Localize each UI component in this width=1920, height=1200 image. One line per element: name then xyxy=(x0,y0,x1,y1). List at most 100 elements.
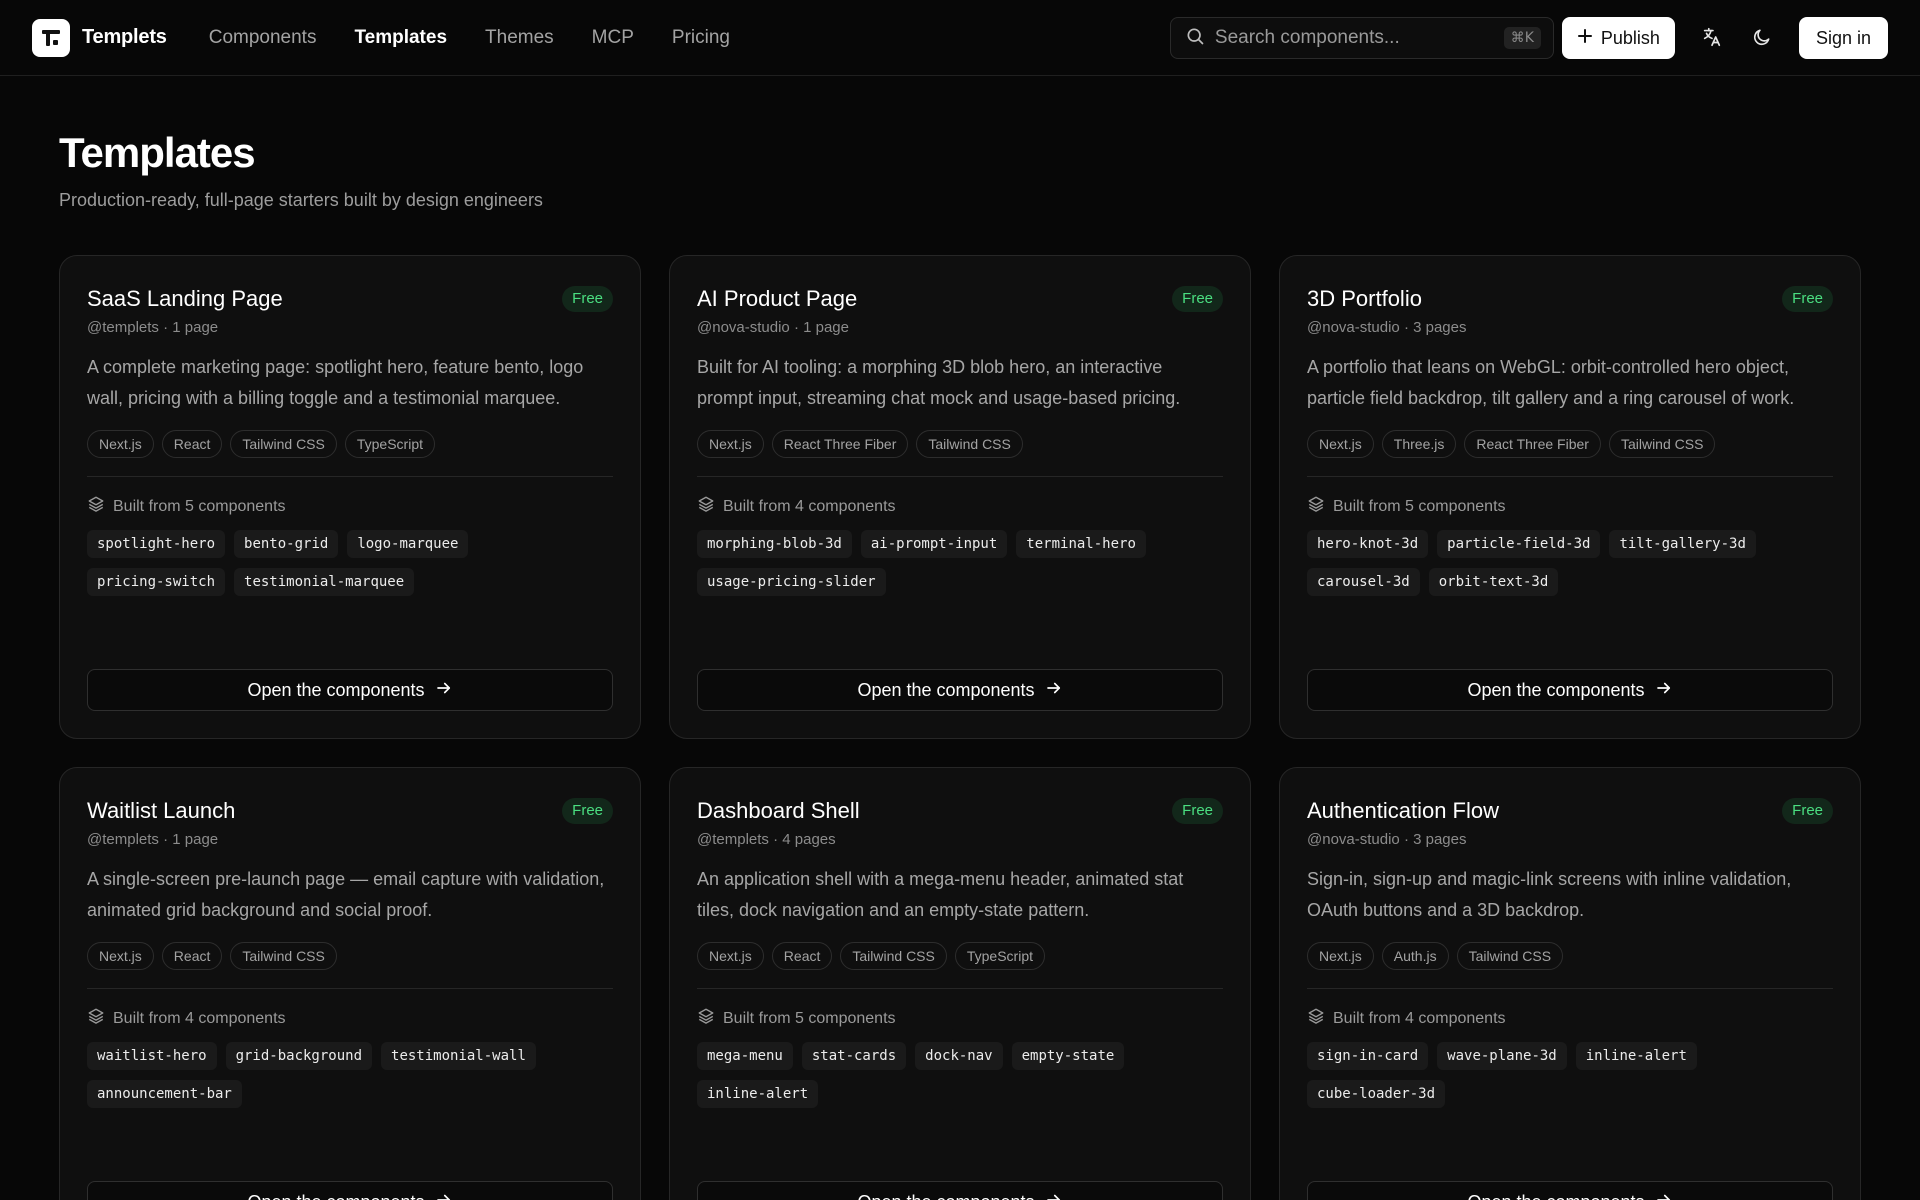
tech-tags: Next.js React Tailwind CSS TypeScript xyxy=(697,942,1223,970)
card-title[interactable]: 3D Portfolio xyxy=(1307,286,1422,312)
open-components-button[interactable]: Open the components xyxy=(87,1181,613,1200)
component-chip[interactable]: bento-grid xyxy=(234,530,339,558)
component-chip[interactable]: carousel-3d xyxy=(1307,568,1420,596)
card-header: AI Product Page Free xyxy=(697,286,1223,312)
component-chip[interactable]: announcement-bar xyxy=(87,1080,242,1108)
component-chip[interactable]: stat-cards xyxy=(801,1042,907,1070)
template-card: AI Product Page Free @nova-studio · 1 pa… xyxy=(669,255,1251,739)
price-badge: Free xyxy=(1782,798,1833,824)
open-components-button[interactable]: Open the components xyxy=(1307,1181,1833,1200)
component-chip[interactable]: hero-knot-3d xyxy=(1307,530,1429,558)
tech-tag: React xyxy=(161,942,223,970)
open-components-button[interactable]: Open the components xyxy=(697,1181,1223,1200)
template-card: Dashboard Shell Free @templets · 4 pages… xyxy=(669,767,1251,1200)
component-chip[interactable]: dock-nav xyxy=(915,1042,1003,1070)
card-description: Sign-in, sign-up and magic-link screens … xyxy=(1307,869,1792,920)
nav-themes[interactable]: Themes xyxy=(485,27,554,49)
open-components-label: Open the components xyxy=(1467,1192,1644,1200)
component-chip[interactable]: inline-alert xyxy=(1575,1042,1697,1070)
language-button[interactable] xyxy=(1691,17,1733,59)
nav-mcp[interactable]: MCP xyxy=(592,27,634,49)
built-from-label: Built from 5 components xyxy=(113,497,286,515)
component-chip[interactable]: mega-menu xyxy=(697,1042,793,1070)
publish-label: Publish xyxy=(1600,27,1660,48)
tech-tag: Auth.js xyxy=(1381,942,1449,970)
tech-tag: React Three Fiber xyxy=(1464,430,1601,458)
card-description: A single-screen pre-launch page — email … xyxy=(87,869,605,920)
tech-tag: Three.js xyxy=(1381,430,1457,458)
search-icon xyxy=(1185,26,1205,51)
tech-tag: Tailwind CSS xyxy=(230,942,337,970)
tech-tags: Next.js Three.js React Three Fiber Tailwind… xyxy=(1307,430,1833,458)
component-chip[interactable]: waitlist-hero xyxy=(87,1042,217,1070)
built-from: Built from 5 components xyxy=(1307,495,1833,518)
nav-components[interactable]: Components xyxy=(209,27,317,49)
arrow-right-icon xyxy=(1655,1191,1673,1200)
tech-tag: Tailwind CSS xyxy=(840,942,947,970)
card-meta: @nova-studio · 1 page xyxy=(697,319,849,336)
open-components-button[interactable]: Open the components xyxy=(697,669,1223,711)
component-chip[interactable]: pricing-switch xyxy=(87,568,226,596)
component-chip[interactable]: cube-loader-3d xyxy=(1307,1080,1446,1108)
component-chip[interactable]: morphing-blob-3d xyxy=(697,530,852,558)
divider xyxy=(1307,988,1833,989)
template-card: SaaS Landing Page Free @templets · 1 pag… xyxy=(59,255,641,739)
price-badge: Free xyxy=(562,286,613,312)
component-chips: sign-in-card wave-plane-3d inline-alert cub… xyxy=(1307,1042,1833,1108)
component-chip[interactable]: particle-field-3d xyxy=(1437,530,1601,558)
built-from: Built from 4 components xyxy=(697,495,1223,518)
component-chip[interactable]: usage-pricing-slider xyxy=(697,568,886,596)
open-components-button[interactable]: Open the components xyxy=(87,669,613,711)
nav-templates[interactable]: Templates xyxy=(354,27,447,49)
card-title[interactable]: AI Product Page xyxy=(697,286,857,312)
component-chip[interactable]: testimonial-marquee xyxy=(234,568,415,596)
open-components-label: Open the components xyxy=(857,1192,1034,1200)
open-components-button[interactable]: Open the components xyxy=(1307,669,1833,711)
card-title[interactable]: SaaS Landing Page xyxy=(87,286,283,312)
arrow-right-icon xyxy=(1045,679,1063,702)
card-title[interactable]: Authentication Flow xyxy=(1307,798,1499,824)
card-title[interactable]: Dashboard Shell xyxy=(697,798,860,824)
built-from-label: Built from 4 components xyxy=(1333,1009,1506,1027)
component-chip[interactable]: inline-alert xyxy=(697,1080,819,1108)
template-card: 3D Portfolio Free @nova-studio · 3 pages… xyxy=(1279,255,1861,739)
component-chip[interactable]: logo-marquee xyxy=(347,530,469,558)
component-chip[interactable]: terminal-hero xyxy=(1016,530,1146,558)
component-chip[interactable]: grid-background xyxy=(225,1042,373,1070)
component-chip[interactable]: testimonial-wall xyxy=(381,1042,536,1070)
theme-toggle-button[interactable] xyxy=(1741,17,1783,59)
sign-in-button[interactable]: Sign in xyxy=(1798,17,1888,59)
component-chip[interactable]: orbit-text-3d xyxy=(1428,568,1559,596)
search-box[interactable]: ⌘K xyxy=(1169,17,1554,59)
divider xyxy=(87,988,613,989)
open-components-label: Open the components xyxy=(857,679,1035,700)
nav-pricing[interactable]: Pricing xyxy=(672,27,730,49)
layers-icon xyxy=(1307,1007,1325,1030)
card-meta: @templets · 4 pages xyxy=(697,831,836,848)
component-chip[interactable]: wave-plane-3d xyxy=(1437,1042,1567,1070)
open-components-label: Open the components xyxy=(1467,679,1645,700)
tech-tag: Next.js xyxy=(1307,430,1374,458)
built-from-label: Built from 5 components xyxy=(1333,497,1506,515)
component-chip[interactable]: sign-in-card xyxy=(1307,1042,1429,1070)
divider xyxy=(87,476,613,477)
search-shortcut: ⌘K xyxy=(1503,27,1541,49)
tech-tag: Next.js xyxy=(87,430,154,458)
card-title[interactable]: Waitlist Launch xyxy=(87,798,235,824)
brand[interactable]: Templets xyxy=(32,18,167,57)
component-chip[interactable]: empty-state xyxy=(1011,1042,1125,1070)
search-input[interactable] xyxy=(1214,27,1504,49)
moon-icon xyxy=(1752,27,1772,50)
component-chip[interactable]: spotlight-hero xyxy=(87,530,226,558)
page-subtitle: Production-ready, full-page starters bui… xyxy=(59,190,543,210)
component-chip[interactable]: tilt-gallery-3d xyxy=(1609,530,1756,558)
arrow-right-icon xyxy=(1655,679,1673,702)
tech-tags: Next.js Auth.js Tailwind CSS xyxy=(1307,942,1833,970)
component-chips: morphing-blob-3d ai-prompt-input terminal-… xyxy=(697,530,1223,596)
divider xyxy=(697,988,1223,989)
publish-button[interactable]: Publish xyxy=(1561,17,1675,59)
price-badge: Free xyxy=(1782,286,1833,312)
main-nav: Components Templates Themes MCP Pricing xyxy=(209,27,730,49)
component-chip[interactable]: ai-prompt-input xyxy=(860,530,1008,558)
templates-page: Templates Production-ready, full-page st… xyxy=(0,128,1920,1200)
